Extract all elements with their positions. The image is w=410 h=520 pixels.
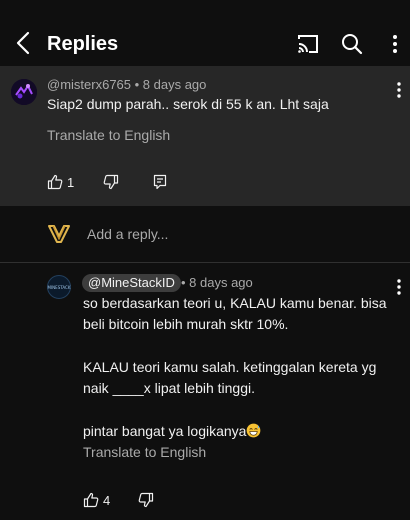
page-title: Replies — [47, 33, 119, 55]
more-vert-icon[interactable] — [392, 80, 406, 100]
avatar[interactable] — [11, 79, 37, 105]
translate-link[interactable]: Translate to English — [47, 127, 170, 143]
reply-icon[interactable] — [152, 174, 168, 190]
avatar-text: MINESTACK — [47, 284, 71, 290]
back-arrow-icon[interactable] — [12, 30, 36, 56]
search-icon[interactable] — [340, 32, 364, 56]
comment-line: KALAU teori kamu salah. ketinggalan kere… — [83, 358, 377, 397]
comment-line-last: pintar bangat ya logikanya — [83, 421, 398, 442]
comment-meta[interactable]: @misterx6765 • 8 days ago — [47, 77, 206, 92]
comment-line: so berdasarkan teori u, KALAU kamu benar… — [83, 295, 387, 333]
comment-time: • 8 days ago — [181, 275, 253, 290]
reply-comment: MINESTACK @MineStackID • 8 days ago so b… — [0, 263, 410, 520]
top-bar: Replies — [0, 0, 410, 66]
thumb-down-icon[interactable] — [138, 492, 154, 508]
translate-link[interactable]: Translate to English — [83, 444, 206, 460]
thumb-down-icon[interactable] — [103, 174, 119, 190]
more-vert-icon[interactable] — [386, 33, 404, 55]
user-avatar-icon — [47, 223, 71, 245]
reply-input-row: Add a reply... — [0, 206, 410, 262]
grin-sweat-emoji-icon — [246, 423, 261, 438]
thumb-up-icon[interactable] — [47, 174, 63, 190]
thumb-up-icon[interactable] — [83, 492, 99, 508]
parent-comment: @misterx6765 • 8 days ago Siap2 dump par… — [0, 66, 410, 206]
avatar[interactable]: MINESTACK — [47, 275, 71, 299]
add-reply-input[interactable]: Add a reply... — [87, 226, 168, 242]
cast-icon[interactable] — [296, 33, 320, 55]
comment-text: so berdasarkan teori u, KALAU kamu benar… — [83, 293, 398, 442]
like-count: 4 — [103, 493, 111, 508]
comment-text: Siap2 dump parah.. serok di 55 k an. Lht… — [47, 96, 329, 112]
author-chip[interactable]: @MineStackID — [82, 274, 181, 292]
comment-line: pintar bangat ya logikanya — [83, 422, 247, 439]
like-count: 1 — [67, 175, 75, 190]
